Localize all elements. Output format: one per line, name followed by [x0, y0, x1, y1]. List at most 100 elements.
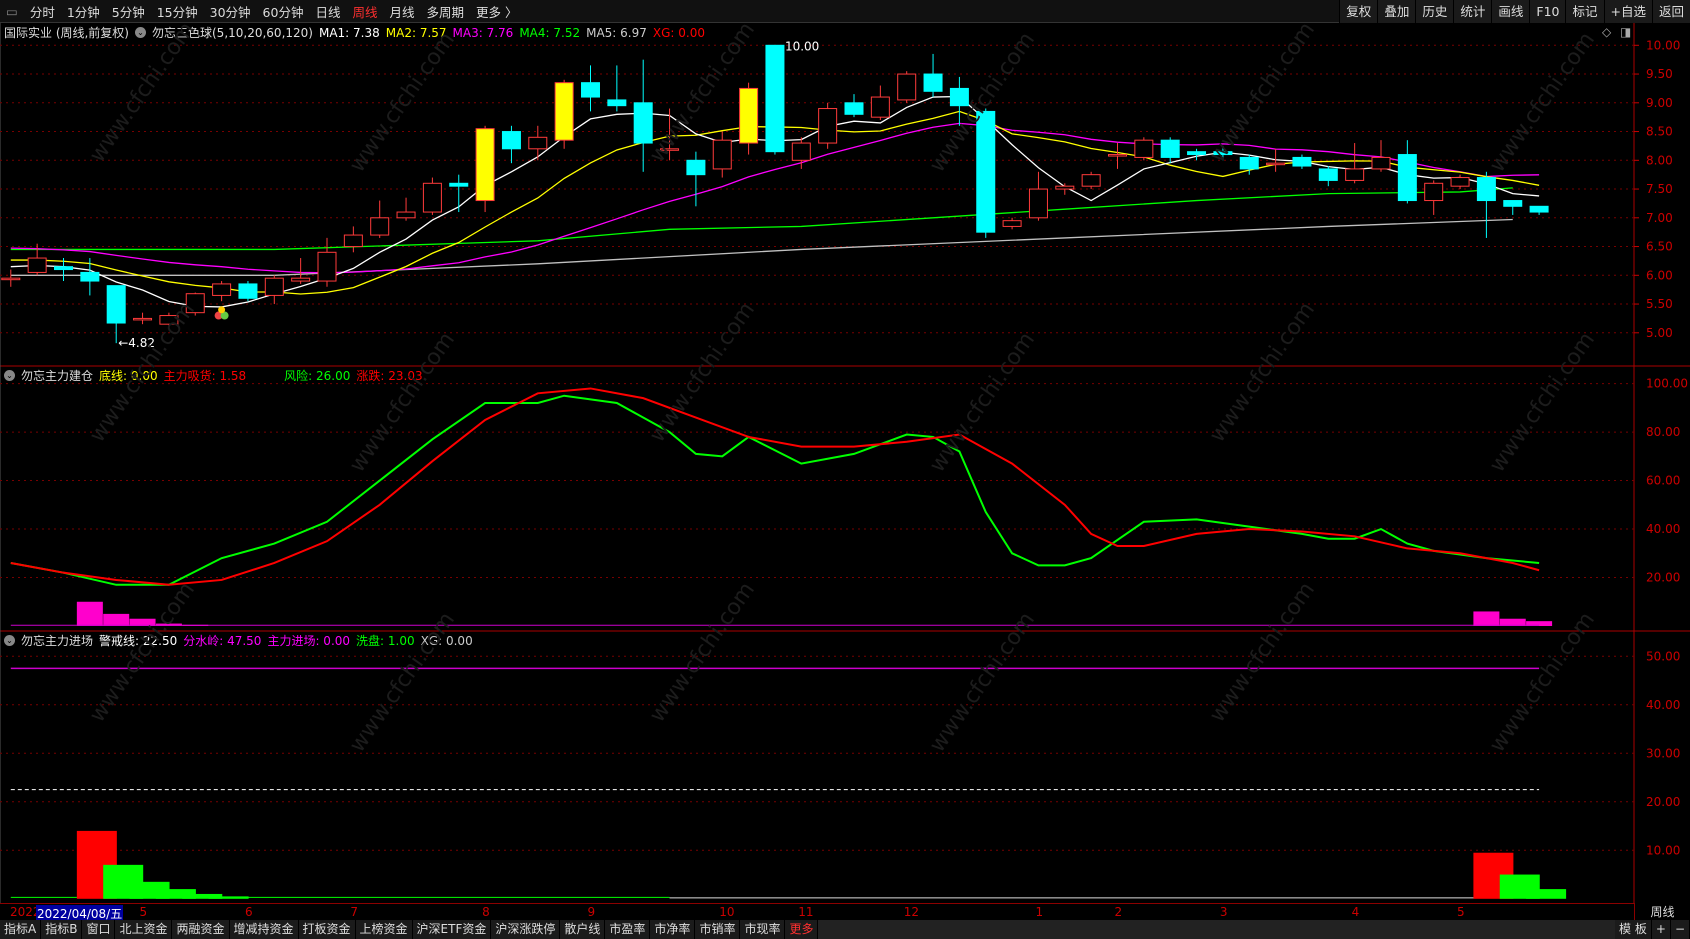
toolbar-button[interactable]: 画线	[1491, 0, 1530, 23]
candle-body	[1, 277, 21, 281]
period-tab[interactable]: 30分钟	[204, 2, 257, 21]
price-tick-label: 5.50	[1646, 297, 1673, 311]
indicator-tab[interactable]: 沪深涨跌停	[491, 920, 561, 939]
candle-body	[1108, 154, 1127, 157]
month-tick: 4	[1351, 905, 1360, 919]
candle-body	[185, 293, 205, 314]
price-tick-label: 8.00	[1646, 153, 1673, 167]
toolbar-button[interactable]: 统计	[1453, 0, 1492, 23]
candle-body	[1187, 151, 1207, 156]
period-tabs: 分时 1分钟 5分钟 15分钟 30分钟 60分钟 日线 周线 月线 多周期 更多 〉	[24, 2, 524, 21]
candle-body	[712, 139, 732, 170]
period-tab[interactable]: 日线	[309, 2, 346, 21]
indicator-tab[interactable]: 上榜资金	[355, 920, 413, 939]
month-tick: 3	[1219, 905, 1228, 919]
price-tick-label: 9.00	[1646, 96, 1673, 110]
indicator-tab[interactable]: 指标A	[0, 920, 42, 939]
candle-body	[949, 87, 969, 107]
period-tab[interactable]: 15分钟	[151, 2, 204, 21]
period-tab[interactable]: 月线	[383, 2, 420, 21]
candle-body	[1397, 154, 1417, 202]
ind1-bar	[76, 601, 103, 626]
indicator-tab[interactable]: 沪深ETF资金	[412, 920, 492, 939]
ind1-tick-label: 20.00	[1646, 571, 1680, 585]
ind2-tick-label: 50.00	[1646, 649, 1680, 663]
ind2-green-bar	[208, 896, 249, 899]
price-tick-label: 7.50	[1646, 182, 1673, 196]
indicator-tab[interactable]: 市现率	[740, 920, 786, 939]
candle-body	[343, 234, 363, 248]
candle-body	[1002, 220, 1022, 227]
ind2-tick-label: 40.00	[1646, 698, 1680, 712]
toolbar-button[interactable]: F10	[1529, 0, 1566, 23]
period-tab[interactable]: 60分钟	[257, 2, 310, 21]
indicator-tab[interactable]: 市销率	[695, 920, 741, 939]
low-price-label: ←4.82	[118, 336, 155, 350]
indicator-tab[interactable]: 散户线	[560, 920, 606, 939]
period-label: 周线	[1634, 903, 1690, 920]
candle-body	[1450, 177, 1470, 187]
toolbar-button[interactable]: 返回	[1651, 0, 1690, 23]
month-tick: 10	[719, 905, 735, 919]
indicator-tab[interactable]: 市净率	[650, 920, 696, 939]
indicator-tab[interactable]: 市盈率	[605, 920, 651, 939]
candle-body	[1345, 168, 1365, 181]
period-tab[interactable]: 5分钟	[106, 2, 151, 21]
candle-body	[238, 283, 258, 299]
price-tick-label: 9.50	[1646, 67, 1673, 81]
candle-body	[923, 73, 943, 92]
candle-body	[1239, 156, 1259, 170]
bottom-right-button[interactable]: 模 板	[1615, 920, 1652, 939]
toolbar-button[interactable]: 叠加	[1377, 0, 1416, 23]
candle-body	[765, 44, 785, 153]
indicator-tab[interactable]: 窗口	[82, 920, 116, 939]
indicator-tab[interactable]: 指标B	[41, 920, 83, 939]
period-tab[interactable]: 周线	[346, 2, 383, 21]
candle-body	[633, 102, 653, 144]
candle-body	[1318, 168, 1338, 181]
candle-body	[159, 315, 179, 325]
price-tick-label: 5.00	[1646, 326, 1673, 340]
period-tab[interactable]: 分时	[24, 2, 61, 21]
indicator-tab[interactable]: 两融资金	[172, 920, 230, 939]
candle-body	[1028, 188, 1048, 219]
period-tab[interactable]: 1分钟	[61, 2, 106, 21]
indicator-tab[interactable]: 更多	[785, 920, 819, 939]
candle-body	[1081, 174, 1101, 187]
candle-body	[686, 159, 706, 176]
window-menu-icon[interactable]: ▭	[0, 4, 24, 19]
candle-body	[396, 211, 416, 219]
ind1-bar	[103, 613, 130, 626]
period-tab[interactable]: 更多 〉	[470, 2, 523, 21]
toolbar-button[interactable]: 标记	[1565, 0, 1604, 23]
ind1-bar	[1473, 611, 1500, 626]
candle-body	[501, 131, 521, 150]
candle-body	[581, 82, 600, 98]
bottom-right-button[interactable]: +	[1651, 920, 1671, 939]
candle-body	[1476, 177, 1496, 202]
candle-body	[449, 182, 469, 187]
candle-body	[1213, 151, 1233, 156]
toolbar-button[interactable]: +自选	[1603, 0, 1652, 23]
month-tick: 5	[139, 905, 148, 919]
kline-chart[interactable]: 10.00 9.50 9.00 8.50 8.00 7.50 7.00 6.50 6.00 5.5…	[0, 23, 1690, 903]
candle-body	[106, 285, 126, 324]
ind1-tick-label: 60.00	[1646, 474, 1680, 488]
month-tick: 6	[244, 905, 253, 919]
candle-body	[554, 82, 574, 141]
period-tab[interactable]: 多周期	[421, 2, 471, 21]
bottom-right-button[interactable]: −	[1670, 920, 1690, 939]
candle-body	[870, 96, 890, 118]
toolbar-button[interactable]: 复权	[1339, 0, 1378, 23]
indicator-tab[interactable]: 北上资金	[115, 920, 173, 939]
candle-body	[80, 271, 100, 282]
ind1-tick-label: 40.00	[1646, 522, 1680, 536]
indicator-tab[interactable]: 打板资金	[298, 920, 356, 939]
indicator-tab[interactable]: 增减持资金	[229, 920, 299, 939]
candle-body	[1529, 205, 1549, 213]
month-tick: 9	[587, 905, 596, 919]
price-tick-label: 6.50	[1646, 240, 1673, 254]
candle-body	[1134, 139, 1154, 158]
toolbar-button[interactable]: 历史	[1415, 0, 1454, 23]
month-tick: 5	[1457, 905, 1465, 919]
